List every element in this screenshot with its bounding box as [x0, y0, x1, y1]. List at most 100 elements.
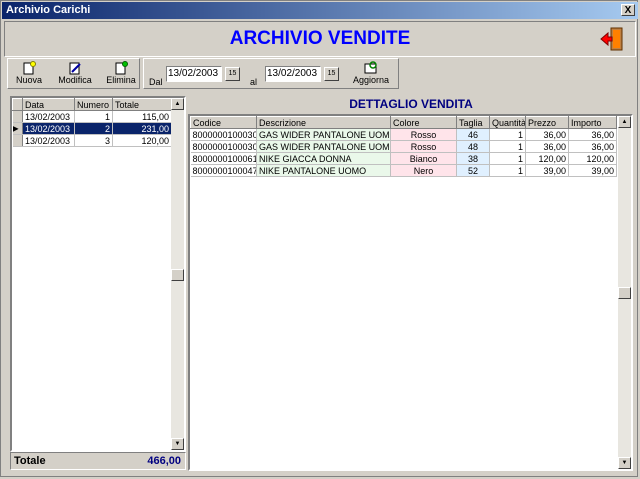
- cell-codice: 8000000100047: [190, 164, 257, 177]
- cell-colore: Rosso: [390, 140, 457, 153]
- col-numero[interactable]: Numero: [74, 98, 113, 111]
- cell-codice: 8000000100061: [190, 152, 257, 165]
- title-bar: Archivio Carichi X: [2, 2, 638, 19]
- cell-data: 13/02/2003: [22, 134, 75, 147]
- nuova-button[interactable]: Nuova: [12, 61, 46, 88]
- table-row-selected[interactable]: ▶ 13/02/2003 2 231,00: [12, 122, 172, 135]
- main-window: Archivio Carichi X ARCHIVIO VENDITE Nuov…: [0, 0, 638, 477]
- cell-totale: 115,00: [112, 110, 172, 123]
- scroll-down-icon[interactable]: ▼: [618, 457, 631, 469]
- cell-colore: Rosso: [390, 128, 457, 141]
- elimina-label: Elimina: [106, 75, 136, 85]
- row-indicator: [12, 110, 23, 123]
- current-row-arrow-icon: ▶: [12, 122, 23, 135]
- edit-record-icon: [69, 62, 81, 75]
- scroll-down-icon[interactable]: ▼: [171, 438, 184, 450]
- sales-scrollbar[interactable]: ▲ ▼: [171, 98, 184, 450]
- table-row[interactable]: 8000000100030 GAS WIDER PANTALONE UOMO R…: [190, 140, 617, 153]
- row-indicator-header: [12, 98, 23, 111]
- col-descrizione[interactable]: Descrizione: [256, 116, 391, 129]
- cell-importo: 39,00: [568, 164, 617, 177]
- cell-quantita: 1: [489, 128, 526, 141]
- cell-data: 13/02/2003: [22, 122, 75, 135]
- cell-taglia: 46: [456, 128, 490, 141]
- refresh-icon: [364, 61, 377, 74]
- aggiorna-button[interactable]: Aggiorna: [349, 61, 393, 88]
- header-panel: ARCHIVIO VENDITE: [4, 21, 636, 57]
- cell-numero: 1: [74, 110, 113, 123]
- cell-quantita: 1: [489, 164, 526, 177]
- dal-calendar-icon[interactable]: 15: [225, 67, 240, 81]
- cell-prezzo: 36,00: [525, 140, 569, 153]
- close-button[interactable]: X: [621, 4, 635, 16]
- cell-taglia: 48: [456, 140, 490, 153]
- detail-panel: Codice Descrizione Colore Taglia Quantit…: [188, 114, 633, 471]
- col-taglia[interactable]: Taglia: [456, 116, 490, 129]
- scroll-thumb[interactable]: [618, 287, 631, 299]
- col-prezzo[interactable]: Prezzo: [525, 116, 569, 129]
- al-date-input[interactable]: 13/02/2003: [265, 66, 321, 82]
- col-colore[interactable]: Colore: [390, 116, 457, 129]
- totale-value: 466,00: [147, 455, 181, 467]
- cell-colore: Nero: [390, 164, 457, 177]
- cell-totale: 120,00: [112, 134, 172, 147]
- scroll-thumb[interactable]: [171, 269, 184, 281]
- cell-descrizione: NIKE PANTALONE UOMO: [256, 164, 391, 177]
- cell-colore: Bianco: [390, 152, 457, 165]
- window-title: Archivio Carichi: [6, 4, 91, 16]
- table-row[interactable]: 8000000100047 NIKE PANTALONE UOMO Nero 5…: [190, 164, 617, 177]
- cell-numero: 2: [74, 122, 113, 135]
- cell-quantita: 1: [489, 152, 526, 165]
- sales-table: Data Numero Totale 13/02/2003 1 115,00 ▶…: [12, 98, 172, 147]
- al-calendar-icon[interactable]: 15: [324, 67, 339, 81]
- exit-door-icon[interactable]: [599, 26, 625, 52]
- dal-date-input[interactable]: 13/02/2003: [166, 66, 222, 82]
- col-data[interactable]: Data: [22, 98, 75, 111]
- cell-codice: 8000000100030: [190, 128, 257, 141]
- table-row[interactable]: 13/02/2003 1 115,00: [12, 110, 172, 123]
- al-label: al: [250, 77, 258, 87]
- cell-data: 13/02/2003: [22, 110, 75, 123]
- totale-label: Totale: [14, 455, 46, 467]
- modifica-button[interactable]: Modifica: [58, 61, 92, 88]
- col-importo[interactable]: Importo: [568, 116, 617, 129]
- scroll-up-icon[interactable]: ▲: [618, 116, 631, 128]
- nuova-label: Nuova: [15, 75, 42, 85]
- col-quantita[interactable]: Quantità: [489, 116, 526, 129]
- toolbar: Nuova Modifica Elimina Dal 13/02/2003 15…: [4, 58, 636, 90]
- sales-list-panel: Data Numero Totale 13/02/2003 1 115,00 ▶…: [10, 96, 186, 452]
- cell-taglia: 38: [456, 152, 490, 165]
- cell-importo: 120,00: [568, 152, 617, 165]
- dal-label: Dal: [149, 77, 163, 87]
- scroll-up-icon[interactable]: ▲: [171, 98, 184, 110]
- detail-table: Codice Descrizione Colore Taglia Quantit…: [190, 116, 617, 177]
- filter-group: Dal 13/02/2003 15 al 13/02/2003 15 Aggio…: [143, 58, 399, 89]
- table-row[interactable]: 13/02/2003 3 120,00: [12, 134, 172, 147]
- totale-bar: Totale 466,00: [10, 452, 186, 470]
- detail-title: DETTAGLIO VENDITA: [349, 97, 473, 111]
- cell-numero: 3: [74, 134, 113, 147]
- crud-group: Nuova Modifica Elimina: [7, 58, 140, 89]
- cell-importo: 36,00: [568, 140, 617, 153]
- cell-quantita: 1: [489, 140, 526, 153]
- cell-prezzo: 39,00: [525, 164, 569, 177]
- cell-descrizione: NIKE GIACCA DONNA: [256, 152, 391, 165]
- cell-descrizione: GAS WIDER PANTALONE UOMO: [256, 140, 391, 153]
- cell-prezzo: 36,00: [525, 128, 569, 141]
- page-title: ARCHIVIO VENDITE: [229, 28, 411, 49]
- cell-prezzo: 120,00: [525, 152, 569, 165]
- col-totale[interactable]: Totale: [112, 98, 172, 111]
- cell-totale: 231,00: [112, 122, 172, 135]
- cell-codice: 8000000100030: [190, 140, 257, 153]
- col-codice[interactable]: Codice: [190, 116, 257, 129]
- table-row[interactable]: 8000000100030 GAS WIDER PANTALONE UOMO R…: [190, 128, 617, 141]
- table-row[interactable]: 8000000100061 NIKE GIACCA DONNA Bianco 3…: [190, 152, 617, 165]
- cell-importo: 36,00: [568, 128, 617, 141]
- cell-taglia: 52: [456, 164, 490, 177]
- aggiorna-label: Aggiorna: [352, 75, 390, 85]
- new-record-icon: [23, 61, 36, 75]
- row-indicator: [12, 134, 23, 147]
- detail-scrollbar[interactable]: ▲ ▼: [618, 116, 631, 469]
- elimina-button[interactable]: Elimina: [104, 61, 138, 88]
- cell-descrizione: GAS WIDER PANTALONE UOMO: [256, 128, 391, 141]
